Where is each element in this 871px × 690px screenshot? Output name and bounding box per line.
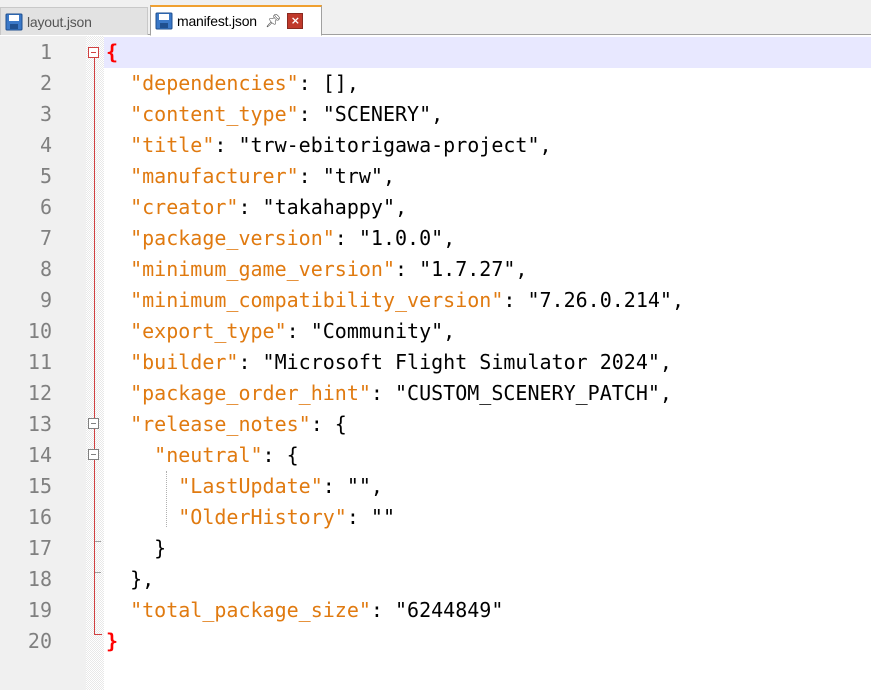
line-number: 8	[39, 257, 52, 281]
fold-toggle-icon[interactable]	[88, 418, 99, 429]
line-number: 14	[27, 443, 52, 467]
json-key: "package_order_hint"	[130, 381, 371, 405]
code-line: "LastUpdate": "",	[106, 471, 383, 502]
json-value: : "takahappy",	[238, 195, 408, 219]
json-key: "builder"	[130, 350, 239, 374]
json-value: : ""	[346, 505, 395, 529]
json-brace: }	[154, 536, 167, 560]
fold-line	[94, 58, 95, 634]
json-brace: },	[130, 567, 155, 591]
line-number: 3	[39, 102, 52, 126]
code-line: {	[106, 37, 118, 68]
fold-margin	[86, 36, 104, 690]
line-number: 5	[39, 164, 52, 188]
json-key: "dependencies"	[130, 71, 299, 95]
json-value: : "CUSTOM_SCENERY_PATCH",	[370, 381, 672, 405]
code-line: "OlderHistory": ""	[106, 502, 395, 533]
json-value: : "1.0.0",	[334, 226, 456, 250]
line-number-gutter: 1 2 3 4 5 6 7 8 9 10 11 12 13 14 15 16 17 18 19 20	[0, 36, 86, 690]
line-number: 15	[27, 474, 52, 498]
pin-icon[interactable]: 📌︎	[265, 13, 282, 29]
line-number: 11	[27, 350, 52, 374]
code-line: "creator": "takahappy",	[106, 192, 407, 223]
fold-toggle-icon[interactable]	[88, 449, 99, 460]
fold-toggle-icon[interactable]	[88, 47, 99, 58]
code-line: "export_type": "Community",	[106, 316, 455, 347]
current-line-highlight	[104, 37, 871, 68]
close-icon[interactable]: ×	[287, 13, 304, 29]
tab-manifest-json[interactable]: manifest.json 📌︎ ×	[150, 5, 322, 36]
tab-label: layout.json	[27, 13, 92, 30]
code-line: "minimum_game_version": "1.7.27",	[106, 254, 527, 285]
code-line: "title": "trw-ebitorigawa-project",	[106, 130, 552, 161]
json-key: "export_type"	[130, 319, 287, 343]
json-value: : "trw-ebitorigawa-project",	[214, 133, 552, 157]
floppy-disk-icon	[5, 13, 23, 30]
json-value: : "",	[322, 474, 383, 498]
json-value: : "Microsoft Flight Simulator 2024",	[238, 350, 672, 374]
code-line: "release_notes": {	[106, 409, 347, 440]
line-number: 2	[39, 71, 52, 95]
code-line: "content_type": "SCENERY",	[106, 99, 443, 130]
code-line: "builder": "Microsoft Flight Simulator 2…	[106, 347, 672, 378]
line-number: 1	[39, 40, 52, 64]
json-value: : "Community",	[286, 319, 456, 343]
json-key: "title"	[130, 133, 215, 157]
json-key: "OlderHistory"	[178, 505, 347, 529]
json-value: : {	[310, 412, 347, 436]
json-key: "minimum_compatibility_version"	[130, 288, 504, 312]
line-number: 19	[27, 598, 52, 622]
fold-end	[95, 541, 101, 542]
json-key: "neutral"	[154, 443, 263, 467]
code-line: },	[106, 564, 154, 595]
json-key: "content_type"	[130, 102, 299, 126]
code-line: "dependencies": [],	[106, 68, 359, 99]
json-key: "minimum_game_version"	[130, 257, 395, 281]
line-number: 17	[27, 536, 52, 560]
json-value: : "1.7.27",	[395, 257, 528, 281]
json-value: : "SCENERY",	[298, 102, 444, 126]
line-number: 13	[27, 412, 52, 436]
code-line: }	[106, 533, 166, 564]
json-value: : [],	[298, 71, 359, 95]
json-value: : {	[262, 443, 299, 467]
json-key: "package_version"	[130, 226, 335, 250]
line-number: 4	[39, 133, 52, 157]
json-key: "total_package_size"	[130, 598, 371, 622]
tab-label: manifest.json	[177, 13, 257, 29]
code-line: "package_order_hint": "CUSTOM_SCENERY_PA…	[106, 378, 672, 409]
code-editor[interactable]: 1 2 3 4 5 6 7 8 9 10 11 12 13 14 15 16 17 18 19 20 { "depen…	[0, 36, 871, 690]
fold-end	[95, 572, 101, 573]
line-number: 20	[27, 629, 52, 653]
fold-end	[94, 634, 102, 635]
json-key: "release_notes"	[130, 412, 311, 436]
json-key: "LastUpdate"	[178, 474, 323, 498]
code-line: "total_package_size": "6244849"	[106, 595, 503, 626]
json-brace: {	[106, 40, 119, 64]
line-number: 18	[27, 567, 52, 591]
tab-layout-json[interactable]: layout.json	[0, 7, 148, 35]
json-key: "manufacturer"	[130, 164, 299, 188]
code-line: }	[106, 626, 118, 657]
code-line: "package_version": "1.0.0",	[106, 223, 455, 254]
line-number: 16	[27, 505, 52, 529]
json-brace: }	[106, 629, 119, 653]
json-value: : "trw",	[298, 164, 395, 188]
code-line: "manufacturer": "trw",	[106, 161, 395, 192]
json-key: "creator"	[130, 195, 239, 219]
code-line: "minimum_compatibility_version": "7.26.0…	[106, 285, 684, 316]
code-line: "neutral": {	[106, 440, 299, 471]
tab-bar: layout.json manifest.json 📌︎ ×	[0, 0, 871, 36]
line-number: 6	[39, 195, 52, 219]
line-number: 9	[39, 288, 52, 312]
line-number: 12	[27, 381, 52, 405]
json-value: : "7.26.0.214",	[503, 288, 684, 312]
json-value: : "6244849"	[370, 598, 504, 622]
line-number: 10	[27, 319, 52, 343]
line-number: 7	[39, 226, 52, 250]
floppy-disk-icon	[155, 12, 173, 30]
